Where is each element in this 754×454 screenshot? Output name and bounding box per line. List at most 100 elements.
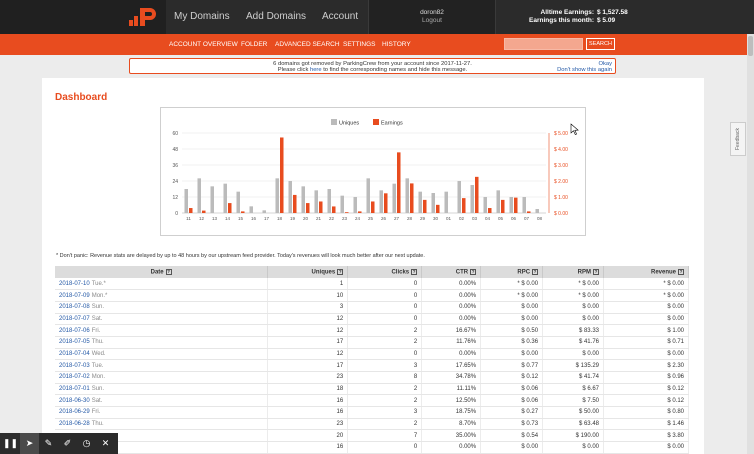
notice-links: Okay Don't show this again [557,61,612,74]
legend-label: Uniques [339,121,359,127]
notice-here-link[interactable]: here [310,67,322,73]
col-date-label: Date [150,269,164,276]
cell-clicks: 3 [347,406,423,419]
row-date-link[interactable]: 2018-07-05 Thu. [55,336,269,349]
row-date-link[interactable]: 2018-07-03 Tue. [55,359,269,372]
uniques-bar [366,178,370,213]
subnav-folder[interactable]: FOLDER [241,34,267,55]
col-date[interactable]: Date? [55,266,269,278]
table-row: 2018-07-01 Sun. 18 2 11.11% $ 0.06 $ 6.67 $ 0.1… [55,383,689,396]
y-left-tick-label: 36 [172,163,178,169]
nav-account[interactable]: Account [322,0,358,34]
row-date: 2018-07-01 [59,386,90,393]
cell-rpm: * $ 0.00 [542,289,604,302]
row-date-link[interactable]: 2018-07-10 Tue.* [55,278,269,291]
subnav-history[interactable]: HISTORY [382,34,411,55]
cell-ctr: 0.00% [421,278,482,291]
subnav-settings[interactable]: SETTINGS [343,34,376,55]
alltime-earnings-label: Alltime Earnings: [540,9,594,16]
row-date-link[interactable]: 2018-07-01 Sun. [55,383,269,396]
notice-dont-show-link[interactable]: Don't show this again [557,67,612,74]
col-rpc[interactable]: RPC? [480,266,544,278]
row-date-link[interactable]: 2018-07-04 Wed. [55,348,269,361]
y-right-tick-label: $ 0.00 [554,211,568,217]
col-clicks[interactable]: Clicks? [347,266,423,278]
highlighter-icon[interactable]: ✐ [58,433,77,454]
legend-swatch [373,119,379,125]
search-button[interactable]: SEARCH [586,38,615,50]
earnings-bar [475,176,479,213]
table-row: 2018-06-29 Fri. 16 3 18.75% $ 0.27 $ 50.00 $ 0.… [55,406,689,419]
earnings-bar [462,198,466,213]
col-revenue[interactable]: Revenue? [603,266,689,278]
help-icon[interactable]: ? [337,268,344,275]
row-date: 2018-07-04 [59,350,90,357]
cell-rpm: $ 41.74 [542,371,604,384]
nav-add-domains[interactable]: Add Domains [246,0,306,34]
help-icon[interactable]: ? [678,268,684,275]
cell-rpc: $ 0.73 [480,418,544,431]
row-date-link[interactable]: 2018-07-09 Mon.* [55,289,269,302]
logo[interactable] [0,0,166,34]
x-tick-label: 27 [394,216,400,221]
col-uniques[interactable]: Uniques? [267,266,349,278]
row-date-link[interactable]: 2018-07-02 Mon. [55,371,269,384]
table-row: 2018-07-05 Thu. 17 2 11.76% $ 0.36 $ 41.76 $ 0.… [55,336,689,349]
help-icon[interactable]: ? [532,268,539,275]
row-date: 2018-07-09 [59,292,90,299]
scrollbar-thumb[interactable] [748,36,753,56]
earnings-labels: Alltime Earnings: Earnings this month: [500,9,594,25]
help-icon[interactable]: ? [165,268,172,275]
row-date-link[interactable]: 2018-06-30 Sat. [55,394,269,408]
cell-rpm: $ 41.76 [542,336,604,349]
help-icon[interactable]: ? [593,268,599,275]
row-date-link[interactable]: 2018-06-29 Fri. [55,406,269,419]
col-ctr[interactable]: CTR? [421,266,482,278]
close-icon[interactable]: ✕ [96,433,115,454]
row-date-link[interactable]: 2018-06-28 Thu. [55,418,269,431]
cursor-icon[interactable]: ➤ [20,433,39,454]
help-icon[interactable]: ? [470,268,477,275]
row-weekday: Sat. [91,315,103,322]
cell-rpc: $ 0.06 [480,383,544,396]
row-date-link[interactable]: 2018-07-07 Sat. [55,313,269,326]
pen-icon[interactable]: ✎ [39,433,58,454]
subnav-account-overview[interactable]: ACCOUNT OVERVIEW [169,34,238,55]
cell-ctr: 0.00% [421,441,482,454]
cell-ctr: 16.67% [421,324,482,337]
notice-line-2: Please click here to find the correspond… [130,67,615,74]
cell-rpc: $ 0.00 [480,441,544,454]
uniques-bar [197,178,201,213]
x-tick-label: 03 [472,216,478,221]
earnings-bar [397,152,401,213]
cell-rpm: * $ 0.00 [542,278,604,291]
x-tick-label: 12 [199,216,205,221]
logout-link[interactable]: Logout [369,17,495,25]
cell-rpm: $ 190.00 [542,429,604,443]
timer-icon[interactable]: ◷ [77,433,96,454]
row-date-link[interactable]: 2018-07-08 Sun. [55,301,269,314]
scrollbar[interactable] [747,34,754,454]
nav-my-domains[interactable]: My Domains [174,0,230,34]
row-weekday: Thu. [91,339,104,346]
uniques-bar [522,197,526,213]
row-date-link[interactable]: 2018-07-06 Fri. [55,324,269,337]
earnings-bar [501,199,505,213]
col-revenue-label: Revenue [650,269,676,276]
help-icon[interactable]: ? [411,268,418,275]
row-date: 2018-07-07 [59,315,90,322]
subnav-advanced-search[interactable]: ADVANCED SEARCH [275,34,340,55]
search-input[interactable] [504,38,583,50]
y-left-tick-label: 0 [175,211,178,217]
uniques-bar [301,186,305,213]
table-row: 20 7 35.00% $ 0.54 $ 190.00 $ 3.80 [55,429,689,443]
pause-icon[interactable]: ❚❚ [1,433,20,454]
row-weekday: Tue. [91,362,104,369]
y-left-tick-label: 24 [172,179,178,185]
col-ctr-label: CTR [455,269,469,276]
cell-clicks: 2 [347,383,423,396]
revenue-disclaimer: * Don't panic: Revenue stats are delayed… [56,253,425,259]
feedback-tab[interactable]: Feedback [730,122,746,156]
x-tick-label: 22 [329,216,335,221]
col-rpm[interactable]: RPM? [542,266,604,278]
